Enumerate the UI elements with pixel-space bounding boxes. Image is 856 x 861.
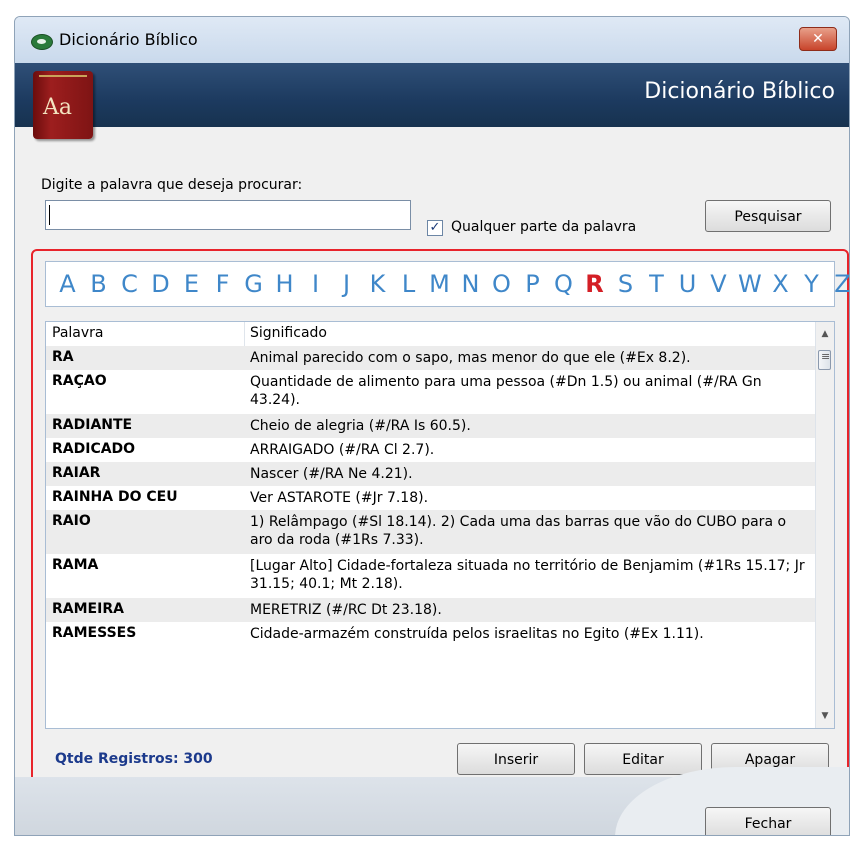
letter-t[interactable]: T <box>645 270 668 298</box>
word-cell: RADIANTE <box>52 417 133 433</box>
letter-h[interactable]: H <box>273 270 296 298</box>
letter-o[interactable]: O <box>490 270 513 298</box>
letter-z[interactable]: Z <box>831 270 849 298</box>
meaning-cell: Cidade-armazém construída pelos israelit… <box>250 626 704 642</box>
search-label: Digite a palavra que deseja procurar: <box>41 177 303 193</box>
scroll-down-arrow-icon[interactable]: ▼ <box>816 708 834 724</box>
letter-u[interactable]: U <box>676 270 699 298</box>
alphabet-bar: ABCDEFGHIJKLMNOPQRSTUVWXYZ <box>45 261 849 307</box>
word-cell: RAINHA DO CEU <box>52 489 178 505</box>
column-header-meaning[interactable]: Significado <box>250 325 327 341</box>
scroll-up-arrow-icon[interactable]: ▲ <box>816 326 834 342</box>
edit-button[interactable]: Editar <box>584 743 702 775</box>
letter-q[interactable]: Q <box>552 270 575 298</box>
search-button[interactable]: Pesquisar <box>705 200 831 232</box>
meaning-cell: ARRAIGADO (#/RA Cl 2.7). <box>250 442 435 458</box>
table-row[interactable]: RAMESSES Cidade-armazém construída pelos … <box>46 622 816 646</box>
text-caret <box>49 205 50 225</box>
word-cell: RAIO <box>52 513 91 529</box>
letter-v[interactable]: V <box>707 270 730 298</box>
dictionary-window: Dicionário Bíblico ✕ Aa Dicionário Bíbli… <box>14 16 850 836</box>
words-table: Palavra Significado RA Animal parecido co… <box>45 321 835 729</box>
close-button[interactable]: Fechar <box>705 807 831 835</box>
letter-k[interactable]: K <box>366 270 389 298</box>
any-part-checkbox-label[interactable]: Qualquer parte da palavra <box>451 219 636 235</box>
table-row[interactable]: RADICADO ARRAIGADO (#/RA Cl 2.7). <box>46 438 816 462</box>
search-input[interactable] <box>45 200 411 230</box>
results-panel: ABCDEFGHIJKLMNOPQRSTUVWXYZ Palavra Signi… <box>31 249 849 784</box>
column-divider[interactable] <box>244 322 245 346</box>
letter-e[interactable]: E <box>180 270 203 298</box>
app-eye-icon <box>31 34 53 50</box>
meaning-cell: Cheio de alegria (#/RA Is 60.5). <box>250 418 471 434</box>
table-row[interactable]: RAMEIRA MERETRIZ (#/RC Dt 23.18). <box>46 598 816 622</box>
letter-i[interactable]: I <box>304 270 327 298</box>
meaning-cell: Ver ASTAROTE (#Jr 7.18). <box>250 490 429 506</box>
letter-p[interactable]: P <box>521 270 544 298</box>
word-cell: RAMA <box>52 557 99 573</box>
meaning-cell: [Lugar Alto] Cidade-fortaleza situada no… <box>250 558 805 592</box>
table-row[interactable]: RAINHA DO CEU Ver ASTAROTE (#Jr 7.18). <box>46 486 816 510</box>
table-header: Palavra Significado <box>46 322 816 347</box>
table-row[interactable]: RAÇAO Quantidade de alimento para uma pes… <box>46 370 816 414</box>
table-scrollbar[interactable]: ▲ ▼ <box>815 322 834 728</box>
letter-d[interactable]: D <box>149 270 172 298</box>
any-part-checkbox[interactable]: ✓ <box>427 220 443 236</box>
book-icon: Aa <box>33 71 93 139</box>
meaning-cell: MERETRIZ (#/RC Dt 23.18). <box>250 602 442 618</box>
book-icon-text: Aa <box>43 95 73 120</box>
letter-f[interactable]: F <box>211 270 234 298</box>
window-title: Dicionário Bíblico <box>59 30 198 49</box>
banner-title: Dicionário Bíblico <box>644 79 835 104</box>
table-row[interactable]: RAMA [Lugar Alto] Cidade-fortaleza situad… <box>46 554 816 598</box>
table-row[interactable]: RADIANTE Cheio de alegria (#/RA Is 60.5). <box>46 414 816 438</box>
insert-button[interactable]: Inserir <box>457 743 575 775</box>
letter-w[interactable]: W <box>738 270 762 298</box>
word-cell: RA <box>52 349 74 365</box>
letter-c[interactable]: C <box>118 270 141 298</box>
letter-a[interactable]: A <box>56 270 79 298</box>
word-cell: RAMESSES <box>52 625 137 641</box>
letter-j[interactable]: J <box>335 270 358 298</box>
letter-y[interactable]: Y <box>800 270 823 298</box>
column-header-word[interactable]: Palavra <box>52 325 103 341</box>
word-cell: RAMEIRA <box>52 601 124 617</box>
word-cell: RAIAR <box>52 465 101 481</box>
letter-g[interactable]: G <box>242 270 265 298</box>
title-bar: Dicionário Bíblico ✕ <box>15 17 849 64</box>
table-row[interactable]: RA Animal parecido com o sapo, mas menor … <box>46 346 816 370</box>
letter-n[interactable]: N <box>459 270 482 298</box>
meaning-cell: 1) Relâmpago (#Sl 18.14). 2) Cada uma da… <box>250 514 787 548</box>
meaning-cell: Nascer (#/RA Ne 4.21). <box>250 466 413 482</box>
word-cell: RADICADO <box>52 441 136 457</box>
letter-m[interactable]: M <box>428 270 451 298</box>
meaning-cell: Animal parecido com o sapo, mas menor do… <box>250 350 691 366</box>
letter-x[interactable]: X <box>769 270 792 298</box>
letter-r[interactable]: R <box>583 270 606 298</box>
letter-s[interactable]: S <box>614 270 637 298</box>
letter-b[interactable]: B <box>87 270 110 298</box>
meaning-cell: Quantidade de alimento para uma pessoa (… <box>250 374 762 408</box>
alphabet-letters: ABCDEFGHIJKLMNOPQRSTUVWXYZ <box>56 270 849 298</box>
letter-l[interactable]: L <box>397 270 420 298</box>
record-count: Qtde Registros: 300 <box>55 751 213 767</box>
header-banner: Aa Dicionário Bíblico <box>15 63 849 139</box>
table-row[interactable]: RAIAR Nascer (#/RA Ne 4.21). <box>46 462 816 486</box>
scroll-thumb[interactable] <box>818 350 831 370</box>
table-rows: RA Animal parecido com o sapo, mas menor … <box>46 346 816 646</box>
word-cell: RAÇAO <box>52 373 107 389</box>
table-row[interactable]: RAIO 1) Relâmpago (#Sl 18.14). 2) Cada um… <box>46 510 816 554</box>
window-close-button[interactable]: ✕ <box>799 27 837 51</box>
